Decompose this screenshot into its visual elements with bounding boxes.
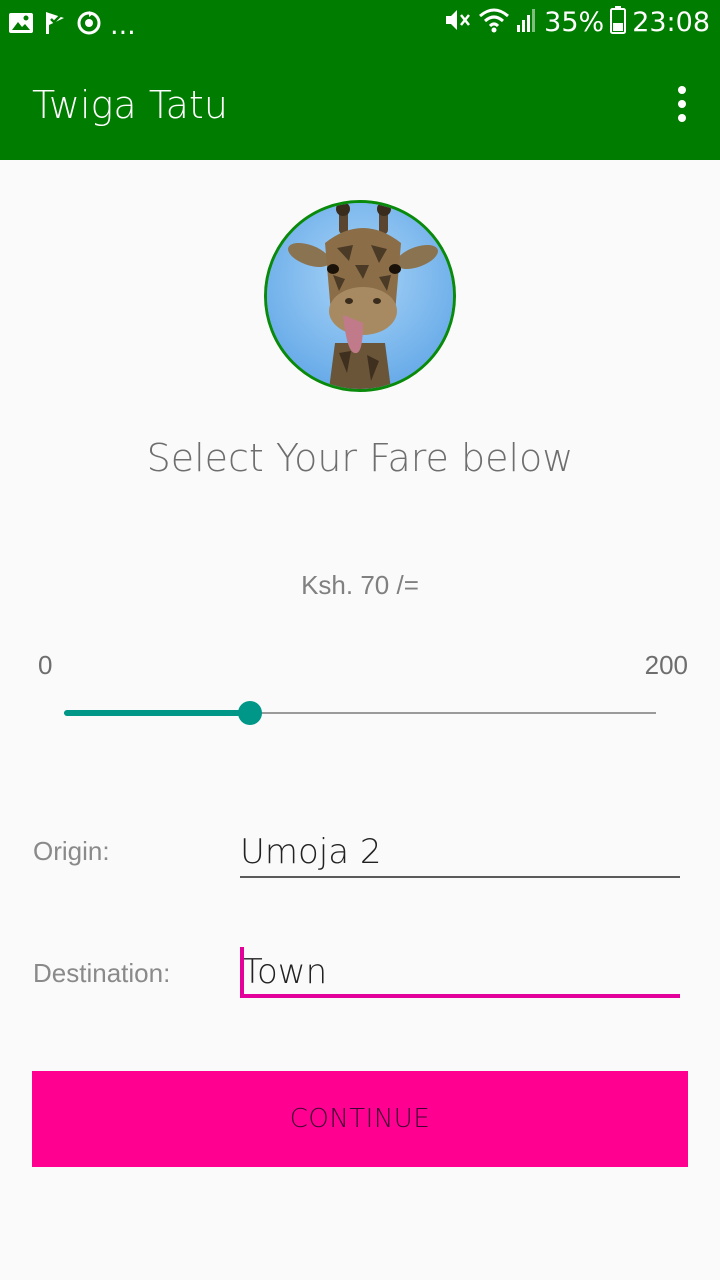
slider-min-label: 0 <box>38 650 53 680</box>
origin-field[interactable]: Umoja 2 <box>240 826 680 878</box>
page-heading: Select Your Fare below <box>146 436 574 480</box>
destination-value: Town <box>242 952 328 992</box>
destination-label: Destination: <box>33 958 171 988</box>
status-bar-notifications: ... <box>8 10 136 41</box>
mute-icon <box>444 7 472 38</box>
status-time: 23:08 <box>632 7 710 38</box>
overflow-menu-icon[interactable] <box>674 86 690 122</box>
sync-icon <box>76 10 102 41</box>
continue-button[interactable]: CONTINUE <box>32 1071 688 1167</box>
battery-icon <box>610 6 627 39</box>
signal-icon <box>516 7 538 38</box>
slider-thumb[interactable] <box>238 701 262 725</box>
slider-max-label: 200 <box>644 650 688 680</box>
fare-slider[interactable] <box>64 700 656 726</box>
status-bar: ... 35% 23:08 <box>0 0 720 50</box>
fare-value: Ksh. 70 /= <box>301 570 419 600</box>
checkmark-flag-icon <box>42 10 68 41</box>
battery-percent: 35% <box>544 7 605 38</box>
more-notifications-icon: ... <box>110 10 136 41</box>
slider-fill <box>64 710 250 716</box>
destination-field[interactable]: Town <box>240 946 680 998</box>
gallery-icon <box>8 10 34 41</box>
origin-label: Origin: <box>33 836 110 866</box>
text-cursor <box>240 947 244 995</box>
giraffe-avatar <box>264 200 456 392</box>
wifi-icon <box>478 7 510 38</box>
status-bar-system: 35% 23:08 <box>444 6 710 39</box>
app-bar: Twiga Tatu <box>0 50 720 160</box>
app-title: Twiga Tatu <box>32 83 228 127</box>
